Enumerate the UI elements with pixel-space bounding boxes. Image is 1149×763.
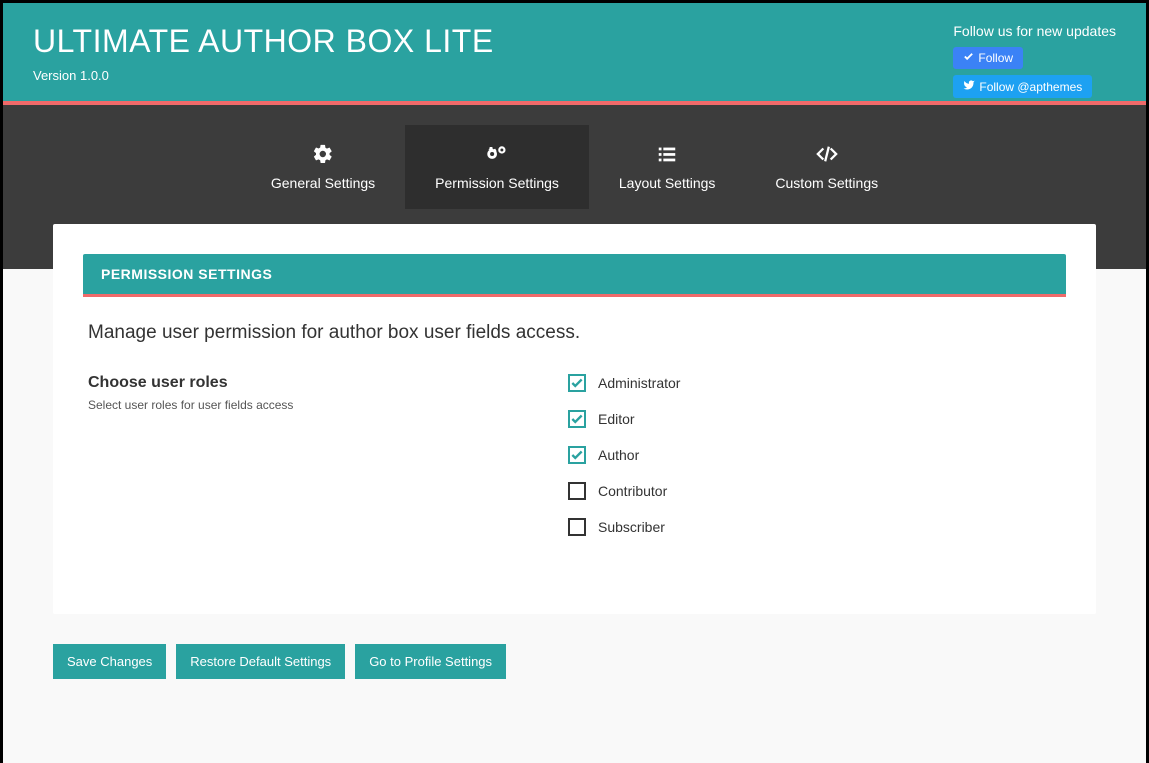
role-checkbox-administrator[interactable]: Administrator <box>568 374 1061 392</box>
tab-general-label: General Settings <box>271 175 375 191</box>
role-label: Administrator <box>598 375 680 391</box>
panel-title: Manage user permission for author box us… <box>88 322 1061 344</box>
twitter-icon <box>963 79 975 94</box>
role-checkbox-subscriber[interactable]: Subscriber <box>568 518 1061 536</box>
twitter-follow-button[interactable]: Follow @apthemes <box>953 75 1092 98</box>
choose-roles-sub: Select user roles for user fields access <box>88 398 568 412</box>
tab-permission-label: Permission Settings <box>435 175 559 191</box>
content-panel: PERMISSION SETTINGS Manage user permissi… <box>53 224 1096 614</box>
app-header: ULTIMATE AUTHOR BOX LITE Version 1.0.0 F… <box>3 3 1146 101</box>
gear-icon <box>271 143 375 165</box>
twitter-follow-label: Follow @apthemes <box>979 80 1082 94</box>
checkbox-unchecked-icon <box>568 482 586 500</box>
follow-button[interactable]: Follow <box>953 47 1023 69</box>
tab-permission[interactable]: Permission Settings <box>405 125 589 209</box>
checkbox-unchecked-icon <box>568 518 586 536</box>
role-checkbox-author[interactable]: Author <box>568 446 1061 464</box>
profile-button[interactable]: Go to Profile Settings <box>355 644 506 679</box>
save-button[interactable]: Save Changes <box>53 644 166 679</box>
footer-buttons: Save Changes Restore Default Settings Go… <box>53 644 1096 679</box>
tab-custom-label: Custom Settings <box>775 175 878 191</box>
checkbox-checked-icon <box>568 374 586 392</box>
gears-icon <box>435 143 559 165</box>
tab-layout[interactable]: Layout Settings <box>589 125 746 209</box>
role-label: Subscriber <box>598 519 665 535</box>
follow-prompt: Follow us for new updates <box>953 23 1116 39</box>
panel-heading: PERMISSION SETTINGS <box>83 254 1066 294</box>
list-icon <box>619 143 716 165</box>
restore-button[interactable]: Restore Default Settings <box>176 644 345 679</box>
tab-general[interactable]: General Settings <box>241 125 405 209</box>
check-icon <box>963 51 974 65</box>
role-label: Editor <box>598 411 635 427</box>
role-label: Author <box>598 447 639 463</box>
choose-roles-label: Choose user roles <box>88 374 568 392</box>
checkbox-checked-icon <box>568 446 586 464</box>
role-checkbox-contributor[interactable]: Contributor <box>568 482 1061 500</box>
role-label: Contributor <box>598 483 667 499</box>
code-icon <box>775 143 878 165</box>
roles-list: Administrator Editor Author Contributor Subs… <box>568 374 1061 554</box>
follow-button-label: Follow <box>978 51 1013 65</box>
checkbox-checked-icon <box>568 410 586 428</box>
role-checkbox-editor[interactable]: Editor <box>568 410 1061 428</box>
tab-layout-label: Layout Settings <box>619 175 716 191</box>
tab-custom[interactable]: Custom Settings <box>745 125 908 209</box>
